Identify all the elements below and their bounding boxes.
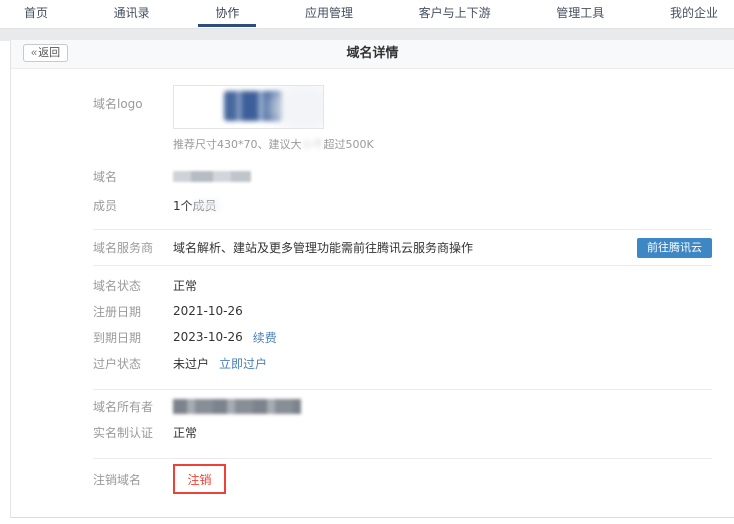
redacted-domain-value bbox=[173, 171, 251, 182]
section-divider bbox=[93, 389, 712, 390]
card-header: «返回 域名详情 bbox=[11, 40, 734, 69]
owner-label: 域名所有者 bbox=[93, 398, 173, 415]
domain-label: 域名 bbox=[93, 168, 173, 185]
domain-logo-image[interactable] bbox=[173, 85, 324, 129]
domain-detail-card: «返回 域名详情 域名logo 推荐尺寸430*70、建议大小不超过500K 域… bbox=[10, 40, 734, 518]
card-body: 域名logo 推荐尺寸430*70、建议大小不超过500K 域名 成员 1个成员 bbox=[11, 69, 734, 494]
blur-smudge bbox=[269, 85, 324, 129]
realname-row: 实名制认证 正常 bbox=[93, 419, 734, 445]
section-divider bbox=[93, 458, 712, 459]
cancel-domain-link[interactable]: 注销 bbox=[187, 471, 211, 488]
provider-label: 域名服务商 bbox=[93, 239, 173, 256]
nav-tab-home[interactable]: 首页 bbox=[24, 0, 48, 28]
expire-date-row: 到期日期 2023-10-26 续费 bbox=[93, 324, 734, 350]
realname-label: 实名制认证 bbox=[93, 424, 173, 441]
renew-link[interactable]: 续费 bbox=[253, 329, 277, 346]
page-title: 域名详情 bbox=[11, 40, 734, 68]
transfer-now-link[interactable]: 立即过户 bbox=[219, 355, 267, 372]
nav-tab-contacts[interactable]: 通讯录 bbox=[114, 0, 150, 28]
nav-tab-customers[interactable]: 客户与上下游 bbox=[419, 0, 491, 28]
register-date-label: 注册日期 bbox=[93, 303, 173, 320]
domain-status-row: 域名状态 正常 bbox=[93, 272, 734, 298]
go-to-tencent-cloud-button[interactable]: 前往腾讯云 bbox=[637, 238, 712, 258]
logo-row: 域名logo 推荐尺寸430*70、建议大小不超过500K bbox=[93, 85, 734, 152]
nav-tab-my-enterprise[interactable]: 我的企业 bbox=[670, 0, 718, 28]
member-row: 成员 1个成员 bbox=[93, 193, 734, 217]
domain-status-value: 正常 bbox=[173, 277, 197, 294]
back-chevron-icon: « bbox=[31, 47, 37, 59]
register-date-row: 注册日期 2021-10-26 bbox=[93, 298, 734, 324]
provider-description: 域名解析、建站及更多管理功能需前往腾讯云服务商操作 bbox=[173, 239, 473, 256]
member-label: 成员 bbox=[93, 197, 173, 214]
transfer-status-value: 未过户 bbox=[173, 355, 209, 372]
logo-field: 推荐尺寸430*70、建议大小不超过500K bbox=[173, 85, 374, 152]
section-divider bbox=[93, 265, 712, 266]
domain-row: 域名 bbox=[93, 164, 734, 188]
redacted-owner-value bbox=[173, 399, 301, 414]
transfer-status-row: 过户状态 未过户 立即过户 bbox=[93, 350, 734, 376]
nav-tab-app-management[interactable]: 应用管理 bbox=[305, 0, 353, 28]
provider-row: 域名服务商 域名解析、建站及更多管理功能需前往腾讯云服务商操作 前往腾讯云 bbox=[93, 230, 712, 265]
back-button[interactable]: «返回 bbox=[23, 44, 68, 62]
nav-tab-admin-tools[interactable]: 管理工具 bbox=[556, 0, 604, 28]
register-date-value: 2021-10-26 bbox=[173, 304, 243, 318]
hint-blurred-part: 小不 bbox=[302, 138, 324, 151]
blur-smudge bbox=[193, 200, 219, 211]
logo-label: 域名logo bbox=[93, 85, 173, 112]
owner-row: 域名所有者 bbox=[93, 393, 734, 419]
domain-detail-page: 首页 通讯录 协作 应用管理 客户与上下游 管理工具 我的企业 «返回 域名详情… bbox=[0, 0, 734, 524]
realname-value: 正常 bbox=[173, 424, 197, 441]
red-highlight-box: 注销 bbox=[173, 464, 226, 494]
logo-size-hint: 推荐尺寸430*70、建议大小不超过500K bbox=[173, 136, 374, 152]
top-navigation: 首页 通讯录 协作 应用管理 客户与上下游 管理工具 我的企业 bbox=[0, 0, 734, 28]
transfer-status-label: 过户状态 bbox=[93, 355, 173, 372]
expire-date-label: 到期日期 bbox=[93, 329, 173, 346]
nav-tab-collaboration[interactable]: 协作 bbox=[215, 0, 239, 28]
cancel-domain-label: 注销域名 bbox=[93, 471, 173, 488]
domain-status-label: 域名状态 bbox=[93, 277, 173, 294]
expire-date-value: 2023-10-26 bbox=[173, 330, 243, 344]
back-button-label: 返回 bbox=[38, 47, 60, 59]
cancel-domain-row: 注销域名 注销 bbox=[93, 464, 734, 494]
